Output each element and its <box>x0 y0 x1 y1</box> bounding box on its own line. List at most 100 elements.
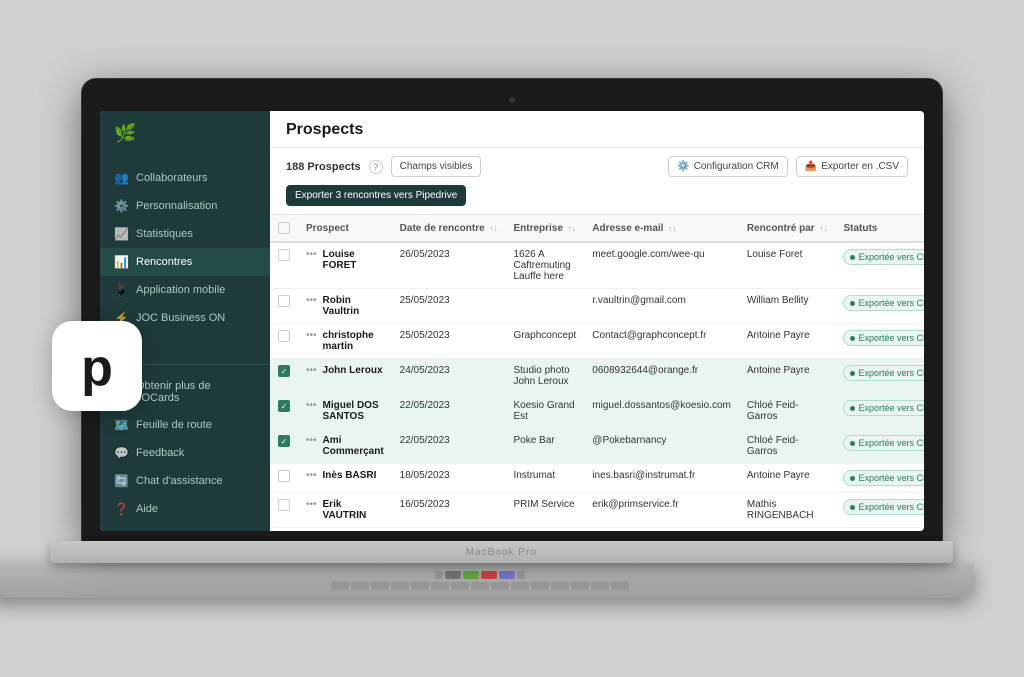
sidebar-item-feuille-de-route[interactable]: 🗺️ Feuille de route <box>100 411 270 439</box>
sidebar-logo: 🌿 <box>100 111 270 156</box>
badge-dot <box>850 255 855 260</box>
row-check-cell <box>270 528 298 532</box>
row-checkbox[interactable] <box>278 499 290 511</box>
sidebar-item-label: Rencontres <box>136 256 192 268</box>
row-rencontre-par-cell: Chloé Feid-Garros <box>739 429 836 464</box>
row-dot-menu[interactable]: ••• <box>306 249 317 260</box>
row-checkbox[interactable] <box>278 330 290 342</box>
sidebar-item-label: Application mobile <box>136 284 225 296</box>
row-dot-menu[interactable]: ••• <box>306 470 317 481</box>
sidebar-item-label: Feedback <box>136 447 184 459</box>
sort-entreprise-icon[interactable]: ↑↓ <box>568 224 576 233</box>
row-check-cell <box>270 324 298 359</box>
row-check-cell: ✓ <box>270 429 298 464</box>
row-prospect-cell: ••• John Leroux <box>298 359 392 394</box>
row-email-cell: @Pokebarnancy <box>584 429 739 464</box>
row-prospect-name: Erik VAUTRIN <box>323 499 384 521</box>
row-prospect-cell: ••• Ami Commerçant <box>298 429 392 464</box>
badge-dot <box>850 441 855 446</box>
row-checkbox[interactable]: ✓ <box>278 365 290 377</box>
row-date-cell: 25/05/2023 <box>392 289 506 324</box>
badge-dot <box>850 336 855 341</box>
table-row: ••• Erik VAUTRIN 16/05/2023 PRIM Service… <box>270 493 924 528</box>
row-date-cell: 26/05/2023 <box>392 242 506 289</box>
status-badge: Exportée vers CRM <box>843 295 924 311</box>
export-csv-button[interactable]: 📤 Exporter en .CSV <box>796 156 908 177</box>
sidebar-item-rencontres[interactable]: 📊 Rencontres <box>100 248 270 276</box>
row-prospect-name: Miguel DOS SANTOS <box>323 400 384 422</box>
help-circle-icon[interactable]: ? <box>369 160 383 174</box>
sidebar-item-feedback[interactable]: 💬 Feedback <box>100 439 270 467</box>
table-row: ✓ ••• Ami Commerçant 22/05/2023 Poke Bar… <box>270 429 924 464</box>
row-date-cell: 22/05/2023 <box>392 394 506 429</box>
sidebar-item-statistiques[interactable]: 📈 Statistiques <box>100 220 270 248</box>
row-entreprise-cell: PRIM Service <box>505 493 584 528</box>
row-statut-cell: Exportée vers CRM <box>835 324 924 359</box>
row-check-cell <box>270 289 298 324</box>
row-entreprise-cell <box>505 289 584 324</box>
row-dot-menu[interactable]: ••• <box>306 295 317 306</box>
sidebar-item-personnalisation[interactable]: ⚙️ Personnalisation <box>100 192 270 220</box>
sidebar-item-label: Obtenir plus de JOCards <box>136 380 256 404</box>
row-statut-cell: Exportée vers CRM <box>835 359 924 394</box>
collaborateurs-icon: 👥 <box>114 171 128 185</box>
export-pipedrive-button[interactable]: Exporter 3 rencontres vers Pipedrive <box>286 185 466 206</box>
row-checkbox[interactable] <box>278 295 290 307</box>
sidebar-item-collaborateurs[interactable]: 👥 Collaborateurs <box>100 164 270 192</box>
config-crm-button[interactable]: ⚙️ Configuration CRM <box>668 156 788 177</box>
badge-dot <box>850 301 855 306</box>
badge-dot <box>850 505 855 510</box>
row-dot-menu[interactable]: ••• <box>306 365 317 376</box>
row-dot-menu[interactable]: ••• <box>306 330 317 341</box>
row-prospect-name: christophe martin <box>323 330 384 352</box>
row-email-cell: r.vaultrin@gmail.com <box>584 289 739 324</box>
row-entreprise-cell: Graphconcept <box>505 324 584 359</box>
row-rencontre-par-cell: William Bellity <box>739 289 836 324</box>
laptop-bezel: 🌿 👥 Collaborateurs ⚙️ Personnalisation 📈… <box>82 79 942 541</box>
sidebar-item-label: Aide <box>136 503 158 515</box>
row-date-cell: 22/05/2023 <box>392 429 506 464</box>
select-all-checkbox[interactable] <box>278 222 290 234</box>
row-check-cell: ✓ <box>270 394 298 429</box>
prospects-table: Prospect Date de rencontre ↑↓ Entreprise… <box>270 215 924 531</box>
row-checkbox[interactable] <box>278 249 290 261</box>
row-prospect-name: John Leroux <box>323 365 383 376</box>
feedback-icon: 💬 <box>114 446 128 460</box>
logo-leaf-icon: 🌿 <box>114 123 136 144</box>
row-prospect-cell: ••• Erik VAUTRIN <box>298 493 392 528</box>
table-row: ✓ ••• John Leroux 24/05/2023 Studio phot… <box>270 359 924 394</box>
row-prospect-cell: ••• Robin Vaultrin <box>298 289 392 324</box>
sidebar-item-chat-assistance[interactable]: 🔄 Chat d'assistance <box>100 467 270 495</box>
table-row: ••• christophe martin 25/05/2023 Graphco… <box>270 324 924 359</box>
chat-icon: 🔄 <box>114 474 128 488</box>
sort-rencontre-icon[interactable]: ↑↓ <box>819 224 827 233</box>
row-dot-menu[interactable]: ••• <box>306 400 317 411</box>
row-prospect-cell: ••• christophe martin <box>298 324 392 359</box>
row-checkbox[interactable] <box>278 470 290 482</box>
row-rencontre-par-cell: Chloé Feid-Garros <box>739 394 836 429</box>
table-row: ••• Robin Vaultrin 25/05/2023 r.vaultrin… <box>270 289 924 324</box>
table-header-row: Prospect Date de rencontre ↑↓ Entreprise… <box>270 215 924 242</box>
row-checkbox[interactable]: ✓ <box>278 400 290 412</box>
row-prospect-cell: ••• Inès BASRI <box>298 464 392 493</box>
champs-visibles-button[interactable]: Champs visibles <box>391 156 482 177</box>
status-badge: Exportée vers CRM <box>843 365 924 381</box>
status-badge: Exportée vers CRM <box>843 330 924 346</box>
row-entreprise-cell: Koesio Grand Est <box>505 394 584 429</box>
row-rencontre-par-cell: Antoine Payre <box>739 464 836 493</box>
toolbar: 188 Prospects ? Champs visibles ⚙️ Confi… <box>270 148 924 215</box>
row-entreprise-cell: Instrumat <box>505 464 584 493</box>
table-row: ••• Louise FORET 26/05/2023 1626 A Caftr… <box>270 242 924 289</box>
row-statut-cell: Exportée vers CRM <box>835 394 924 429</box>
sidebar-item-aide[interactable]: ❓ Aide <box>100 495 270 523</box>
row-checkbox[interactable]: ✓ <box>278 435 290 447</box>
sort-email-icon[interactable]: ↑↓ <box>668 224 676 233</box>
row-prospect-cell: ••• Louise FORET <box>298 242 392 289</box>
sort-date-icon[interactable]: ↑↓ <box>489 224 497 233</box>
row-dot-menu[interactable]: ••• <box>306 499 317 510</box>
row-prospect-name: Louise FORET <box>323 249 384 271</box>
row-dot-menu[interactable]: ••• <box>306 435 317 446</box>
row-statut-cell: Exportée vers CRM <box>835 464 924 493</box>
sidebar-item-application-mobile[interactable]: 📱 Application mobile <box>100 276 270 304</box>
row-email-cell: ines.basri@instrumat.fr <box>584 464 739 493</box>
